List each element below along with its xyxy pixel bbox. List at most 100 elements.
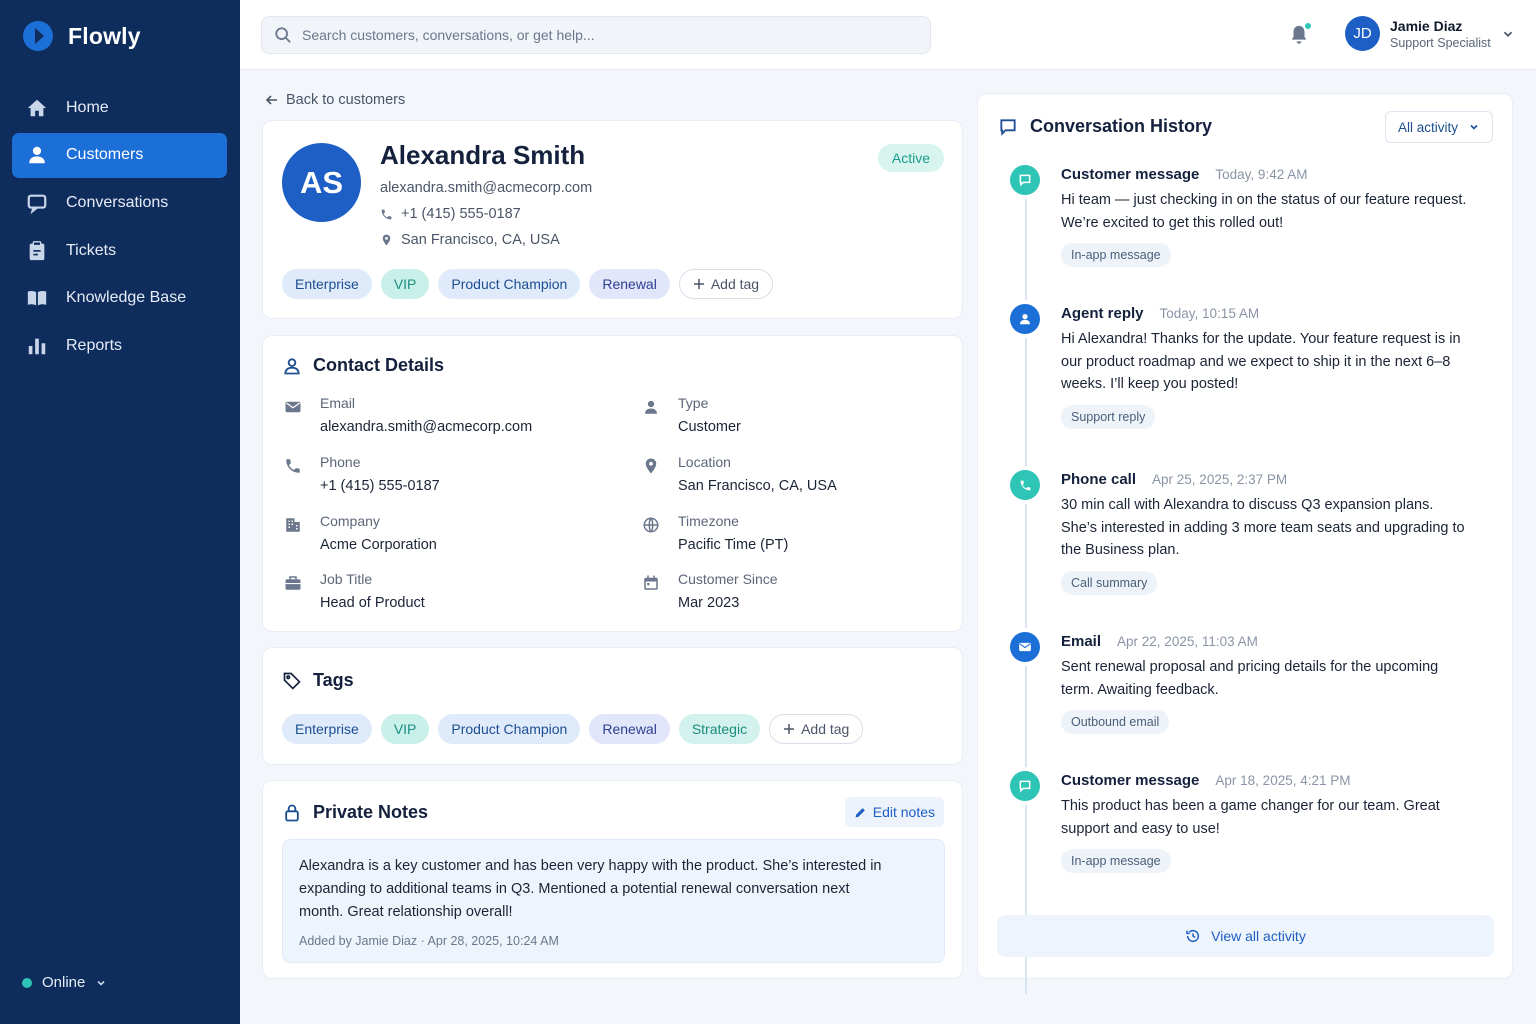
user-info: Jamie Diaz Support Specialist <box>1390 18 1491 50</box>
field-email: Email alexandra.smith@acmecorp.com <box>284 395 532 435</box>
field-type: Type Customer <box>642 395 741 435</box>
chevron-down-icon <box>97 980 105 986</box>
flowly-logo-icon <box>23 21 53 51</box>
note-meta: Added by Jamie Diaz · Apr 28, 2025, 10:2… <box>299 934 559 948</box>
event-body: Phone call Apr 25, 2025, 2:37 PM 30 min c… <box>1061 471 1471 595</box>
search-icon <box>275 27 291 43</box>
tag-product-champion[interactable]: Product Champion <box>438 269 581 299</box>
search-bar[interactable] <box>261 16 931 54</box>
view-all-activity-button[interactable]: View all activity <box>997 915 1494 957</box>
customer-phone-text: +1 (415) 555-0187 <box>401 206 521 222</box>
field-timezone: Timezone Pacific Time (PT) <box>642 513 788 553</box>
brand[interactable]: Flowly <box>22 20 141 52</box>
arrow-left-icon <box>265 95 277 105</box>
tags-card: Tags Enterprise VIP Product Champion Ren… <box>262 647 963 765</box>
sidebar-item-conversations[interactable]: Conversations <box>12 180 227 225</box>
sidebar-nav: Home Customers Conversations Tickets Kno… <box>12 85 227 371</box>
contact-details-card: Contact Details Email alexandra.smith@acm… <box>262 335 963 632</box>
event-time: Apr 18, 2025, 4:21 PM <box>1215 773 1351 788</box>
add-tag-label: Add tag <box>710 276 760 292</box>
status-badge: Active <box>877 144 944 172</box>
plus-icon <box>693 279 704 289</box>
sidebar-item-knowledge-base[interactable]: Knowledge Base <box>12 276 227 321</box>
sidebar-item-reports[interactable]: Reports <box>12 323 227 368</box>
view-all-activity-label: View all activity <box>1211 928 1306 944</box>
person-icon <box>645 400 657 414</box>
event-channel-badge: Call summary <box>1061 570 1158 595</box>
event-type: Agent reply <box>1061 305 1144 322</box>
event-time: Apr 25, 2025, 2:37 PM <box>1152 472 1288 487</box>
tag-enterprise[interactable]: Enterprise <box>282 269 372 299</box>
customer-phone: +1 (415) 555-0187 <box>380 206 521 222</box>
event-text: Hi Alexandra! Thanks for the update. You… <box>1061 331 1461 392</box>
top-header: JD Jamie Diaz Support Specialist <box>240 0 1536 70</box>
note-content: Alexandra is a key customer and has been… <box>282 839 945 963</box>
message-icon <box>1010 771 1040 801</box>
field-value: Customer <box>678 419 741 435</box>
book-icon <box>27 291 47 306</box>
sidebar-item-tickets[interactable]: Tickets <box>12 228 227 273</box>
mail-icon <box>1010 632 1040 662</box>
status-selector[interactable]: Online <box>22 974 107 991</box>
field-customer-since: Customer Since Mar 2023 <box>642 571 778 611</box>
status-label: Online <box>42 974 86 991</box>
contact-details-title: Contact Details <box>282 355 444 376</box>
user-role: Support Specialist <box>1390 35 1491 50</box>
user-menu[interactable]: JD Jamie Diaz Support Specialist <box>1345 16 1515 51</box>
customer-name: Alexandra Smith <box>380 140 586 170</box>
tag-icon <box>283 672 301 690</box>
tag-product-champion[interactable]: Product Champion <box>438 714 581 744</box>
customer-email[interactable]: alexandra.smith@acmecorp.com <box>380 180 592 196</box>
field-label: Location <box>678 454 731 470</box>
add-tag-label: Add tag <box>801 721 850 737</box>
history-icon <box>1186 929 1200 943</box>
message-icon <box>1010 165 1040 195</box>
chat-bubble-icon <box>1000 118 1016 136</box>
clipboard-icon <box>29 240 45 260</box>
event-body: Customer message Apr 18, 2025, 4:21 PM Th… <box>1061 772 1471 873</box>
customer-location-text: San Francisco, CA, USA <box>401 232 560 248</box>
field-label: Company <box>320 513 380 529</box>
phone-icon <box>381 209 392 219</box>
bar-chart-icon <box>28 338 46 355</box>
notifications-button[interactable] <box>1288 22 1312 46</box>
tag-strategic[interactable]: Strategic <box>678 714 761 744</box>
add-tag-button[interactable]: Add tag <box>769 714 864 744</box>
tags-title: Tags <box>282 670 354 691</box>
event-body: Customer message Today, 9:42 AM Hi team —… <box>1061 166 1471 267</box>
event-text: This product has been a game changer for… <box>1061 798 1440 837</box>
tag-enterprise[interactable]: Enterprise <box>282 714 372 744</box>
tag-vip[interactable]: VIP <box>380 714 430 744</box>
sidebar-item-home[interactable]: Home <box>12 85 227 130</box>
sidebar-item-label: Customers <box>66 146 144 164</box>
home-icon <box>27 99 47 116</box>
tag-vip[interactable]: VIP <box>380 269 430 299</box>
agent-icon <box>1010 304 1040 334</box>
pin-icon <box>645 458 657 474</box>
contact-details-title-text: Contact Details <box>313 355 445 375</box>
user-icon <box>29 146 45 164</box>
field-value: San Francisco, CA, USA <box>678 478 837 494</box>
event-type: Phone call <box>1061 471 1137 488</box>
person-outline-icon <box>284 357 300 374</box>
activity-filter-dropdown[interactable]: All activity <box>1384 111 1493 143</box>
event-time: Apr 22, 2025, 11:03 AM <box>1117 634 1258 649</box>
sidebar-item-customers[interactable]: Customers <box>12 132 227 178</box>
search-input[interactable] <box>302 27 902 43</box>
tag-renewal[interactable]: Renewal <box>589 714 670 744</box>
field-value: +1 (415) 555-0187 <box>320 478 440 494</box>
add-tag-button[interactable]: Add tag <box>678 269 774 299</box>
sidebar-item-label: Reports <box>66 336 123 354</box>
online-status-dot <box>22 977 32 988</box>
brand-name: Flowly <box>68 22 141 49</box>
user-name: Jamie Diaz <box>1390 17 1463 34</box>
field-label: Timezone <box>678 513 739 529</box>
sidebar: Flowly Home Customers Conversations Tick… <box>0 0 240 1024</box>
event-time: Today, 9:42 AM <box>1215 167 1308 182</box>
private-notes-title-text: Private Notes <box>313 802 429 822</box>
tag-list: Enterprise VIP Product Champion Renewal … <box>282 714 864 744</box>
sidebar-item-label: Tickets <box>66 241 117 259</box>
edit-notes-button[interactable]: Edit notes <box>844 797 944 827</box>
tag-renewal[interactable]: Renewal <box>589 269 670 299</box>
back-to-customers-link[interactable]: Back to customers <box>265 92 405 108</box>
